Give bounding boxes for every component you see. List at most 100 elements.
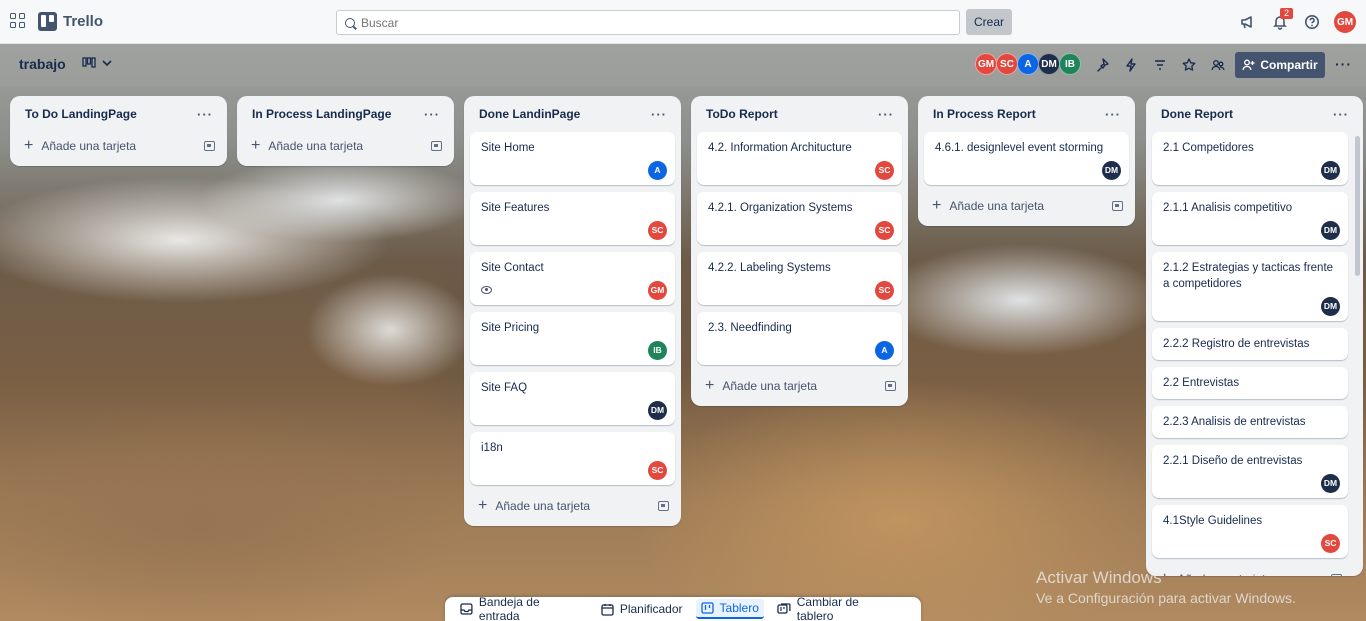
- create-button[interactable]: Crear: [966, 9, 1012, 35]
- member-avatar[interactable]: GM: [975, 53, 997, 75]
- card-title: 2.2.2 Registro de entrevistas: [1163, 338, 1310, 350]
- announcements-icon[interactable]: [1238, 12, 1258, 32]
- card-template-icon[interactable]: [204, 141, 215, 151]
- card-member-avatar[interactable]: A: [648, 160, 667, 180]
- power-ups-icon[interactable]: [1092, 55, 1112, 75]
- board-members[interactable]: GM SC A DM IB: [975, 53, 1081, 75]
- card-member-avatar[interactable]: GM: [648, 280, 667, 300]
- member-avatar[interactable]: SC: [996, 53, 1018, 75]
- list-title[interactable]: In Process LandingPage: [252, 107, 391, 121]
- card-member-avatar[interactable]: DM: [1321, 220, 1340, 240]
- add-card-button[interactable]: + Añade una tarjeta: [697, 372, 902, 400]
- switch-board-icon: [777, 603, 791, 614]
- help-icon[interactable]: [1302, 12, 1322, 32]
- card[interactable]: 2.2 Entrevistas: [1152, 367, 1348, 399]
- notifications-bell-icon[interactable]: 2: [1270, 8, 1294, 32]
- card[interactable]: 4.2. Information Architucture SC: [697, 132, 902, 185]
- nav-label: Tablero: [719, 601, 759, 615]
- list-done-report: Done Report ··· 2.1 Competidores DM 2.1.…: [1146, 96, 1363, 576]
- card-member-avatar[interactable]: SC: [1321, 533, 1340, 553]
- add-card-button[interactable]: + Añade una tarjeta: [924, 192, 1129, 220]
- add-card-button[interactable]: + Añade una tarjeta: [16, 132, 221, 160]
- card-title: 2.1.2 Estrategias y tacticas frente a co…: [1163, 262, 1334, 290]
- card[interactable]: 2.3. Needfinding A: [697, 312, 902, 365]
- card-template-icon[interactable]: [658, 501, 669, 511]
- board-title[interactable]: trabajo: [19, 56, 66, 72]
- card-member-avatar[interactable]: SC: [875, 220, 894, 240]
- card-template-icon[interactable]: [431, 141, 442, 151]
- card[interactable]: Site FAQ DM: [470, 372, 675, 425]
- list-menu-icon[interactable]: ···: [1333, 107, 1349, 122]
- card-member-avatar[interactable]: DM: [1321, 473, 1340, 493]
- list-title[interactable]: To Do LandingPage: [25, 107, 137, 121]
- card-template-icon[interactable]: [1112, 201, 1123, 211]
- board-view-switcher[interactable]: [82, 57, 112, 69]
- list-title[interactable]: ToDo Report: [706, 107, 778, 121]
- card-member-avatar[interactable]: SC: [875, 160, 894, 180]
- list-menu-icon[interactable]: ···: [878, 107, 894, 122]
- automation-icon[interactable]: [1121, 55, 1141, 75]
- card-title: 2.1.1 Analisis competitivo: [1163, 202, 1293, 214]
- trello-logo[interactable]: Trello: [38, 12, 103, 31]
- list-to-do-landingpage: To Do LandingPage ··· + Añade una tarjeta: [10, 96, 227, 166]
- visibility-icon[interactable]: [1208, 55, 1228, 75]
- card-member-avatar[interactable]: IB: [648, 340, 667, 360]
- search-input[interactable]: [361, 15, 921, 30]
- card-member-avatar[interactable]: DM: [648, 400, 667, 420]
- list-title[interactable]: Done Report: [1161, 107, 1233, 121]
- card[interactable]: Site Features SC: [470, 192, 675, 245]
- list-title[interactable]: In Process Report: [933, 107, 1036, 121]
- add-card-button[interactable]: + Añade una tarjeta: [243, 132, 448, 160]
- member-avatar[interactable]: IB: [1059, 53, 1081, 75]
- app-switcher-icon[interactable]: [10, 13, 28, 31]
- card[interactable]: Site Contact GM: [470, 252, 675, 305]
- card-title: 4.6.1. designlevel event storming: [935, 142, 1104, 154]
- card[interactable]: 4.2.1. Organization Systems SC: [697, 192, 902, 245]
- card[interactable]: 2.1.1 Analisis competitivo DM: [1152, 192, 1348, 245]
- card-member-avatar[interactable]: A: [875, 340, 894, 360]
- nav-inbox[interactable]: Bandeja de entrada: [455, 595, 588, 621]
- watching-eye-icon: [481, 286, 492, 294]
- list-scrollbar[interactable]: [1355, 136, 1360, 276]
- list-menu-icon[interactable]: ···: [1105, 107, 1121, 122]
- card[interactable]: 2.1 Competidores DM: [1152, 132, 1348, 185]
- card-member-avatar[interactable]: DM: [1321, 160, 1340, 180]
- nav-board[interactable]: Tablero: [695, 599, 764, 619]
- nav-switch-board[interactable]: Cambiar de tablero: [772, 595, 903, 621]
- card[interactable]: Site Pricing IB: [470, 312, 675, 365]
- member-avatar[interactable]: A: [1017, 53, 1039, 75]
- card[interactable]: 4.1Style Guidelines SC: [1152, 505, 1348, 558]
- list-menu-icon[interactable]: ···: [424, 107, 440, 122]
- card[interactable]: 2.2.1 Diseño de entrevistas DM: [1152, 445, 1348, 498]
- inbox-icon: [460, 603, 473, 615]
- list-menu-icon[interactable]: ···: [197, 107, 213, 122]
- card-title: 2.3. Needfinding: [708, 322, 792, 334]
- board-menu-icon[interactable]: ···: [1335, 56, 1352, 72]
- card[interactable]: 2.1.2 Estrategias y tacticas frente a co…: [1152, 252, 1348, 321]
- card[interactable]: 4.6.1. designlevel event storming DM: [924, 132, 1129, 185]
- card-member-avatar[interactable]: SC: [648, 460, 667, 480]
- card-member-avatar[interactable]: DM: [1321, 296, 1340, 316]
- search-box[interactable]: [336, 10, 960, 35]
- list-title[interactable]: Done LandinPage: [479, 107, 580, 121]
- share-button[interactable]: Compartir: [1235, 52, 1325, 78]
- card-member-avatar[interactable]: SC: [875, 280, 894, 300]
- star-icon[interactable]: [1179, 55, 1199, 75]
- card-member-avatar[interactable]: DM: [1102, 160, 1121, 180]
- card-template-icon[interactable]: [885, 381, 896, 391]
- member-avatar[interactable]: DM: [1038, 53, 1060, 75]
- nav-planner[interactable]: Planificador: [596, 599, 688, 619]
- list-menu-icon[interactable]: ···: [651, 107, 667, 122]
- card[interactable]: 2.2.2 Registro de entrevistas: [1152, 328, 1348, 360]
- current-user-avatar[interactable]: GM: [1334, 11, 1356, 33]
- card[interactable]: i18n SC: [470, 432, 675, 485]
- add-card-button[interactable]: + Añade una tarjeta: [470, 492, 675, 520]
- card[interactable]: 2.2.3 Analisis de entrevistas: [1152, 406, 1348, 438]
- filter-icon[interactable]: [1150, 55, 1170, 75]
- card-template-icon[interactable]: [1331, 574, 1342, 576]
- add-card-label: Añade una tarjeta: [722, 379, 818, 393]
- card-title: Site Home: [481, 142, 535, 154]
- card[interactable]: Site Home A: [470, 132, 675, 185]
- card-member-avatar[interactable]: SC: [648, 220, 667, 240]
- card[interactable]: 4.2.2. Labeling Systems SC: [697, 252, 902, 305]
